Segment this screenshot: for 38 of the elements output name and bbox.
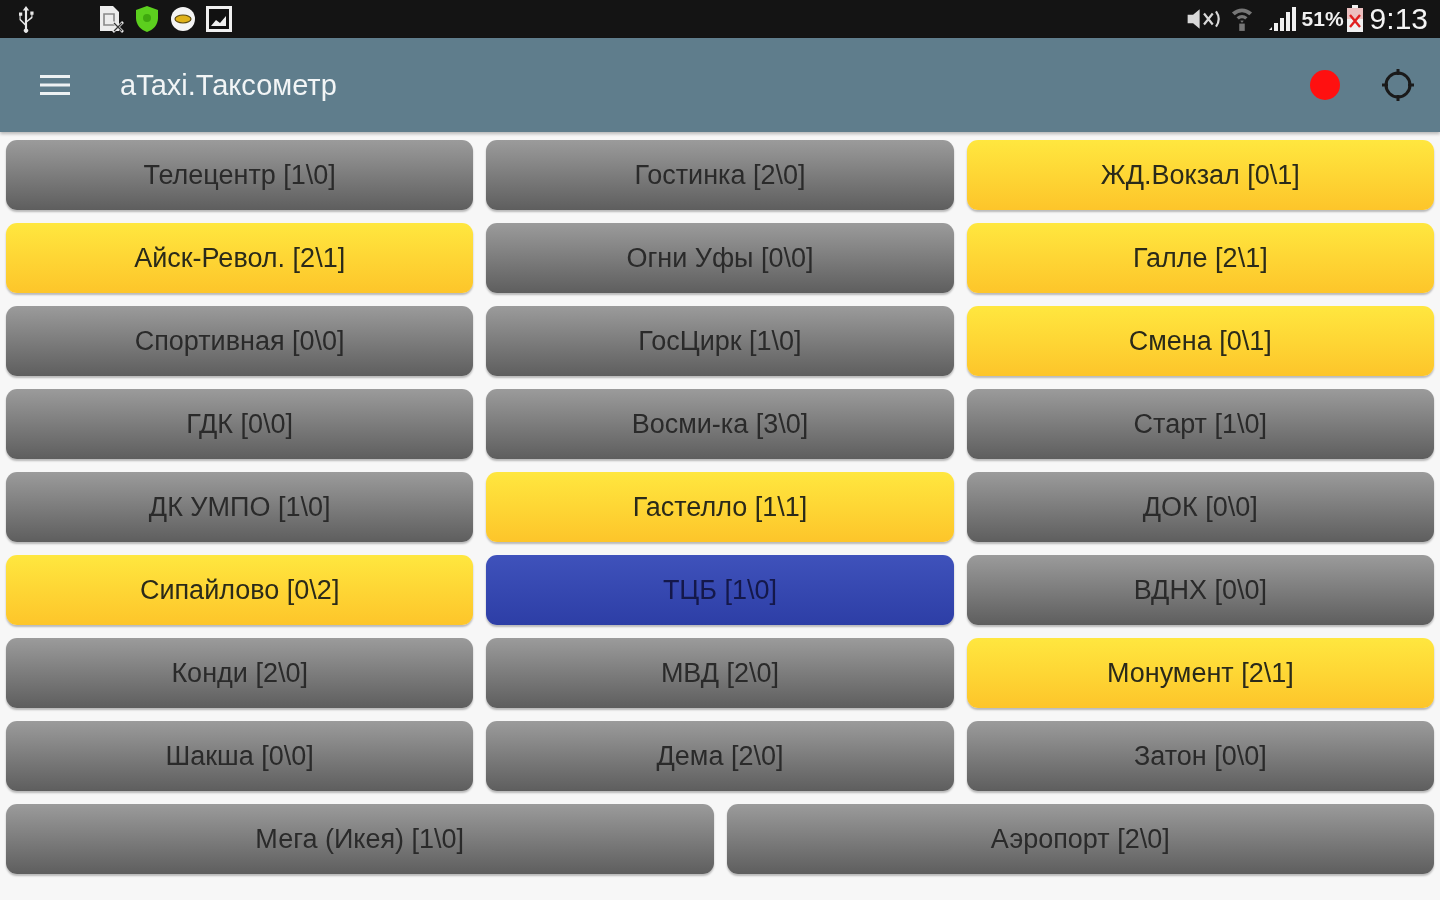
zone-button[interactable]: Восми-ка [3\0] (486, 389, 954, 459)
document-x-icon (98, 5, 124, 33)
zone-button[interactable]: Мега (Икея) [1\0] (6, 804, 714, 874)
zone-button[interactable]: Старт [1\0] (966, 389, 1434, 459)
zone-button[interactable]: ТЦБ [1\0] (486, 555, 954, 625)
shield-icon (134, 5, 160, 33)
status-dot-icon (1310, 70, 1340, 100)
zone-button[interactable]: Конди [2\0] (6, 638, 474, 708)
zone-button[interactable]: ГосЦирк [1\0] (486, 306, 954, 376)
zone-button[interactable]: Аэропорт [2\0] (726, 804, 1434, 874)
zone-button[interactable]: ЖД.Вокзал [0\1] (966, 140, 1434, 210)
app-title: aTaxi.Таксометр (120, 68, 337, 102)
zone-button[interactable]: Шакша [0\0] (6, 721, 474, 791)
zone-button[interactable]: Дема [2\0] (486, 721, 954, 791)
zone-button[interactable]: Затон [0\0] (966, 721, 1434, 791)
usb-icon (16, 5, 36, 33)
round-emblem-icon (170, 6, 196, 32)
zone-button[interactable]: ГДК [0\0] (6, 389, 474, 459)
zone-button[interactable]: МВД [2\0] (486, 638, 954, 708)
target-icon[interactable] (1380, 67, 1416, 103)
zone-button[interactable]: Айск-Револ. [2\1] (6, 223, 474, 293)
zone-button[interactable]: Огни Уфы [0\0] (486, 223, 954, 293)
zone-button[interactable]: Телецентр [1\0] (6, 140, 474, 210)
zone-button[interactable]: Галле [2\1] (966, 223, 1434, 293)
zone-button[interactable]: ДОК [0\0] (966, 472, 1434, 542)
picture-icon (206, 6, 232, 32)
zone-button[interactable]: Спортивная [0\0] (6, 306, 474, 376)
zone-button[interactable]: Монумент [2\1] (966, 638, 1434, 708)
zone-button[interactable]: Смена [0\1] (966, 306, 1434, 376)
zone-button[interactable]: Гостинка [2\0] (486, 140, 954, 210)
zone-button[interactable]: Сипайлово [0\2] (6, 555, 474, 625)
battery-icon (1345, 5, 1364, 33)
clock-time: 9:13 (1369, 2, 1428, 36)
zone-button[interactable]: Гастелло [1\1] (486, 472, 954, 542)
menu-icon[interactable] (40, 74, 70, 96)
zone-button[interactable]: ДК УМПО [1\0] (6, 472, 474, 542)
battery-percent: 51% (1301, 7, 1344, 31)
zone-button[interactable]: ВДНХ [0\0] (966, 555, 1434, 625)
